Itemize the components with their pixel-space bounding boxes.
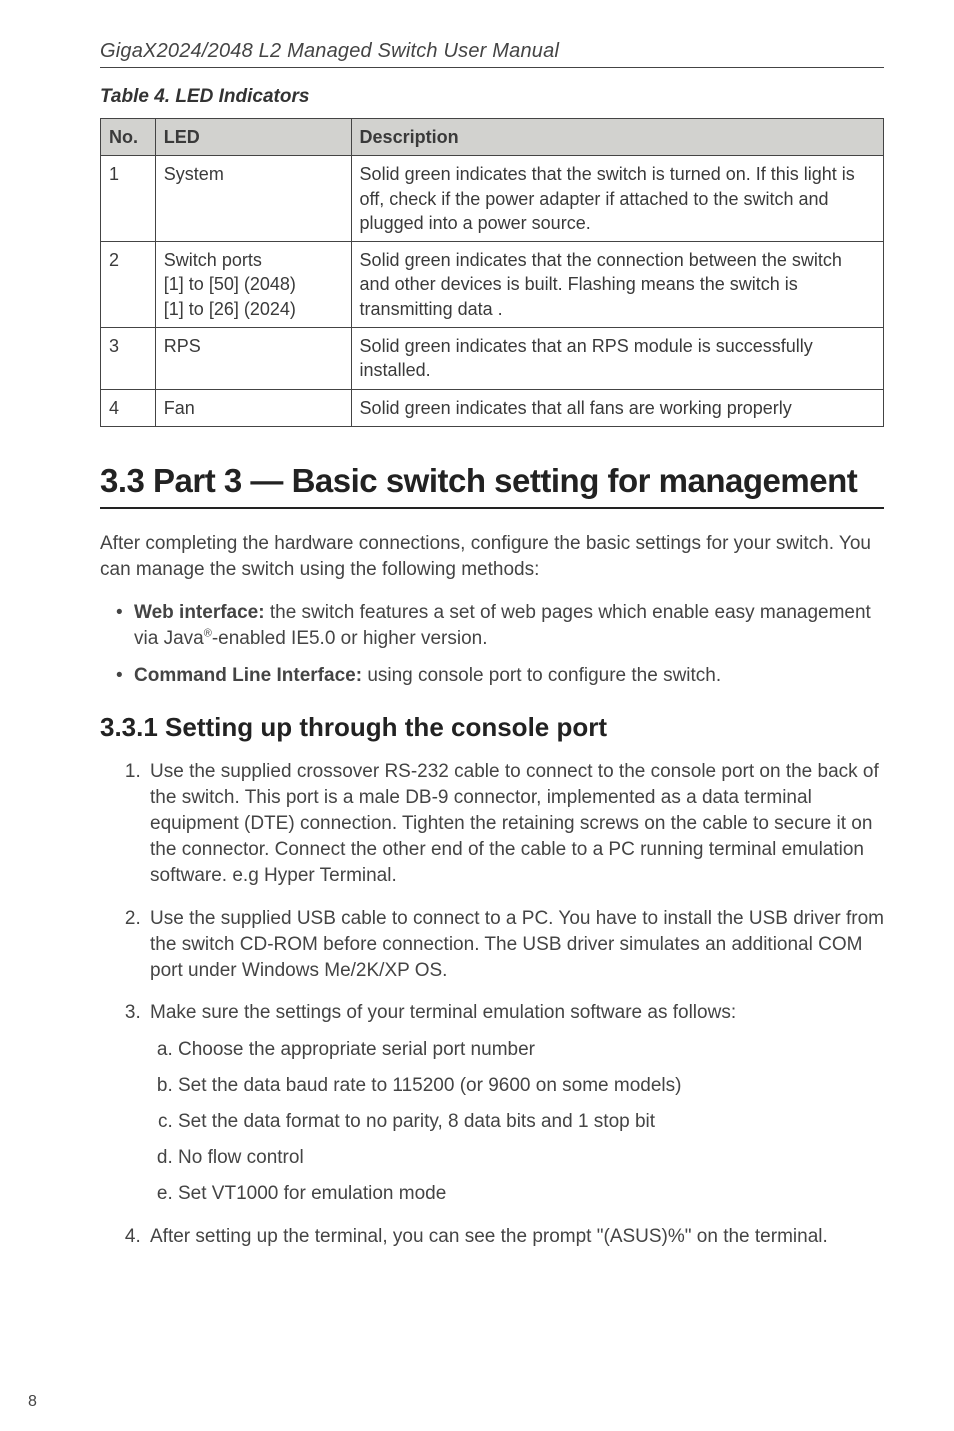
table-row: 2 Switch ports [1] to [50] (2048) [1] to… xyxy=(101,242,884,328)
substep-item: Choose the appropriate serial port numbe… xyxy=(178,1037,884,1063)
step-item: Use the supplied USB cable to connect to… xyxy=(146,906,884,985)
table-header-row: No. LED Description xyxy=(101,119,884,156)
table-row: 3 RPS Solid green indicates that an RPS … xyxy=(101,328,884,390)
table-row: 1 System Solid green indicates that the … xyxy=(101,156,884,242)
step-item: Make sure the settings of your terminal … xyxy=(146,1000,884,1207)
cell-no: 4 xyxy=(101,389,156,426)
section-heading: 3.3 Part 3 — Basic switch setting for ma… xyxy=(100,461,884,509)
table-caption: Table 4. LED Indicators xyxy=(100,86,884,108)
subsection-heading: 3.3.1 Setting up through the console por… xyxy=(100,712,884,743)
running-head: GigaX2024/2048 L2 Managed Switch User Ma… xyxy=(100,40,884,68)
cell-led: Switch ports [1] to [50] (2048) [1] to [… xyxy=(155,242,351,328)
intro-paragraph: After completing the hardware connection… xyxy=(100,531,884,584)
bullet-web-interface: Web interface: the switch features a set… xyxy=(134,600,884,653)
cell-no: 1 xyxy=(101,156,156,242)
registered-mark: ® xyxy=(204,628,212,640)
substep-item: Set the data baud rate to 115200 (or 960… xyxy=(178,1073,884,1099)
step-item: After setting up the terminal, you can s… xyxy=(146,1224,884,1250)
step-3-text: Make sure the settings of your terminal … xyxy=(150,1002,736,1023)
bullet-web-bold: Web interface: xyxy=(134,602,265,623)
page-number: 8 xyxy=(28,1393,37,1411)
cell-desc: Solid green indicates that an RPS module… xyxy=(351,328,883,390)
substep-item: No flow control xyxy=(178,1145,884,1171)
bullet-web-text2: -enabled IE5.0 or higher version. xyxy=(212,628,488,649)
cell-led: Fan xyxy=(155,389,351,426)
th-no: No. xyxy=(101,119,156,156)
cell-no: 3 xyxy=(101,328,156,390)
cell-led: System xyxy=(155,156,351,242)
step-item: Use the supplied crossover RS-232 cable … xyxy=(146,759,884,890)
bullet-cli-bold: Command Line Interface: xyxy=(134,665,362,686)
cell-desc: Solid green indicates that the connectio… xyxy=(351,242,883,328)
th-description: Description xyxy=(351,119,883,156)
substep-item: Set VT1000 for emulation mode xyxy=(178,1181,884,1207)
th-led: LED xyxy=(155,119,351,156)
cell-desc: Solid green indicates that all fans are … xyxy=(351,389,883,426)
bullet-cli: Command Line Interface: using console po… xyxy=(134,663,884,690)
cell-no: 2 xyxy=(101,242,156,328)
bullet-cli-text: using console port to configure the swit… xyxy=(362,665,721,686)
substep-item: Set the data format to no parity, 8 data… xyxy=(178,1109,884,1135)
cell-led: RPS xyxy=(155,328,351,390)
cell-desc: Solid green indicates that the switch is… xyxy=(351,156,883,242)
table-row: 4 Fan Solid green indicates that all fan… xyxy=(101,389,884,426)
led-indicators-table: No. LED Description 1 System Solid green… xyxy=(100,118,884,427)
